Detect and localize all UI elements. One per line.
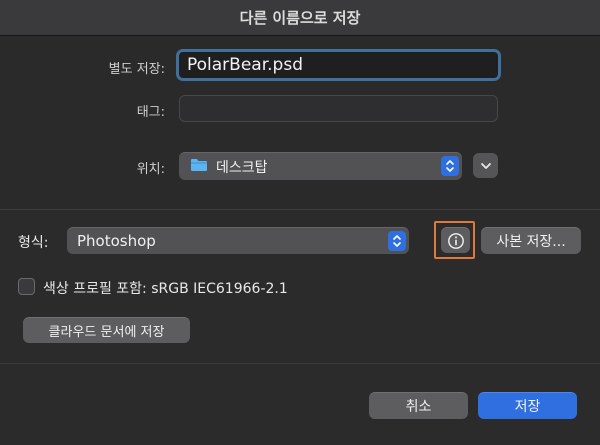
location-value: 데스크탑 xyxy=(216,159,268,176)
save-button[interactable]: 저장 xyxy=(478,392,577,419)
save-to-cloud-label: 클라우드 문서에 저장 xyxy=(48,325,165,340)
color-profile-checkbox[interactable] xyxy=(18,278,35,295)
format-label: 형식: xyxy=(18,235,49,251)
format-value: Photoshop xyxy=(77,232,156,250)
location-stepper-icon xyxy=(441,156,459,176)
cancel-button[interactable]: 취소 xyxy=(369,392,468,419)
tags-input[interactable] xyxy=(179,95,498,122)
color-profile-label: 색상 프로필 포함: sRGB IEC61966-2.1 xyxy=(43,281,288,297)
save-as-label: 별도 저장: xyxy=(108,62,165,77)
info-icon xyxy=(447,232,464,249)
dialog-title-bar: 다른 이름으로 저장 xyxy=(0,0,600,36)
dialog-title: 다른 이름으로 저장 xyxy=(239,9,361,27)
filename-input[interactable]: PolarBear.psd xyxy=(176,49,501,81)
chevron-down-icon xyxy=(480,162,491,169)
location-label: 위치: xyxy=(136,162,165,177)
save-label: 저장 xyxy=(514,399,541,415)
save-to-cloud-button[interactable]: 클라우드 문서에 저장 xyxy=(23,317,190,343)
format-stepper-icon xyxy=(388,231,406,251)
footer-divider xyxy=(0,363,600,364)
expand-browser-button[interactable] xyxy=(473,153,498,178)
save-copy-button[interactable]: 사본 저장... xyxy=(481,227,581,254)
folder-icon xyxy=(190,158,208,176)
format-popup[interactable]: Photoshop xyxy=(67,227,409,254)
format-info-button[interactable] xyxy=(441,227,470,253)
cancel-label: 취소 xyxy=(405,399,432,415)
filename-value: PolarBear.psd xyxy=(187,55,303,75)
location-popup[interactable]: 데스크탑 xyxy=(179,152,462,180)
tags-label: 태그: xyxy=(136,105,165,120)
save-copy-label: 사본 저장... xyxy=(496,234,566,250)
